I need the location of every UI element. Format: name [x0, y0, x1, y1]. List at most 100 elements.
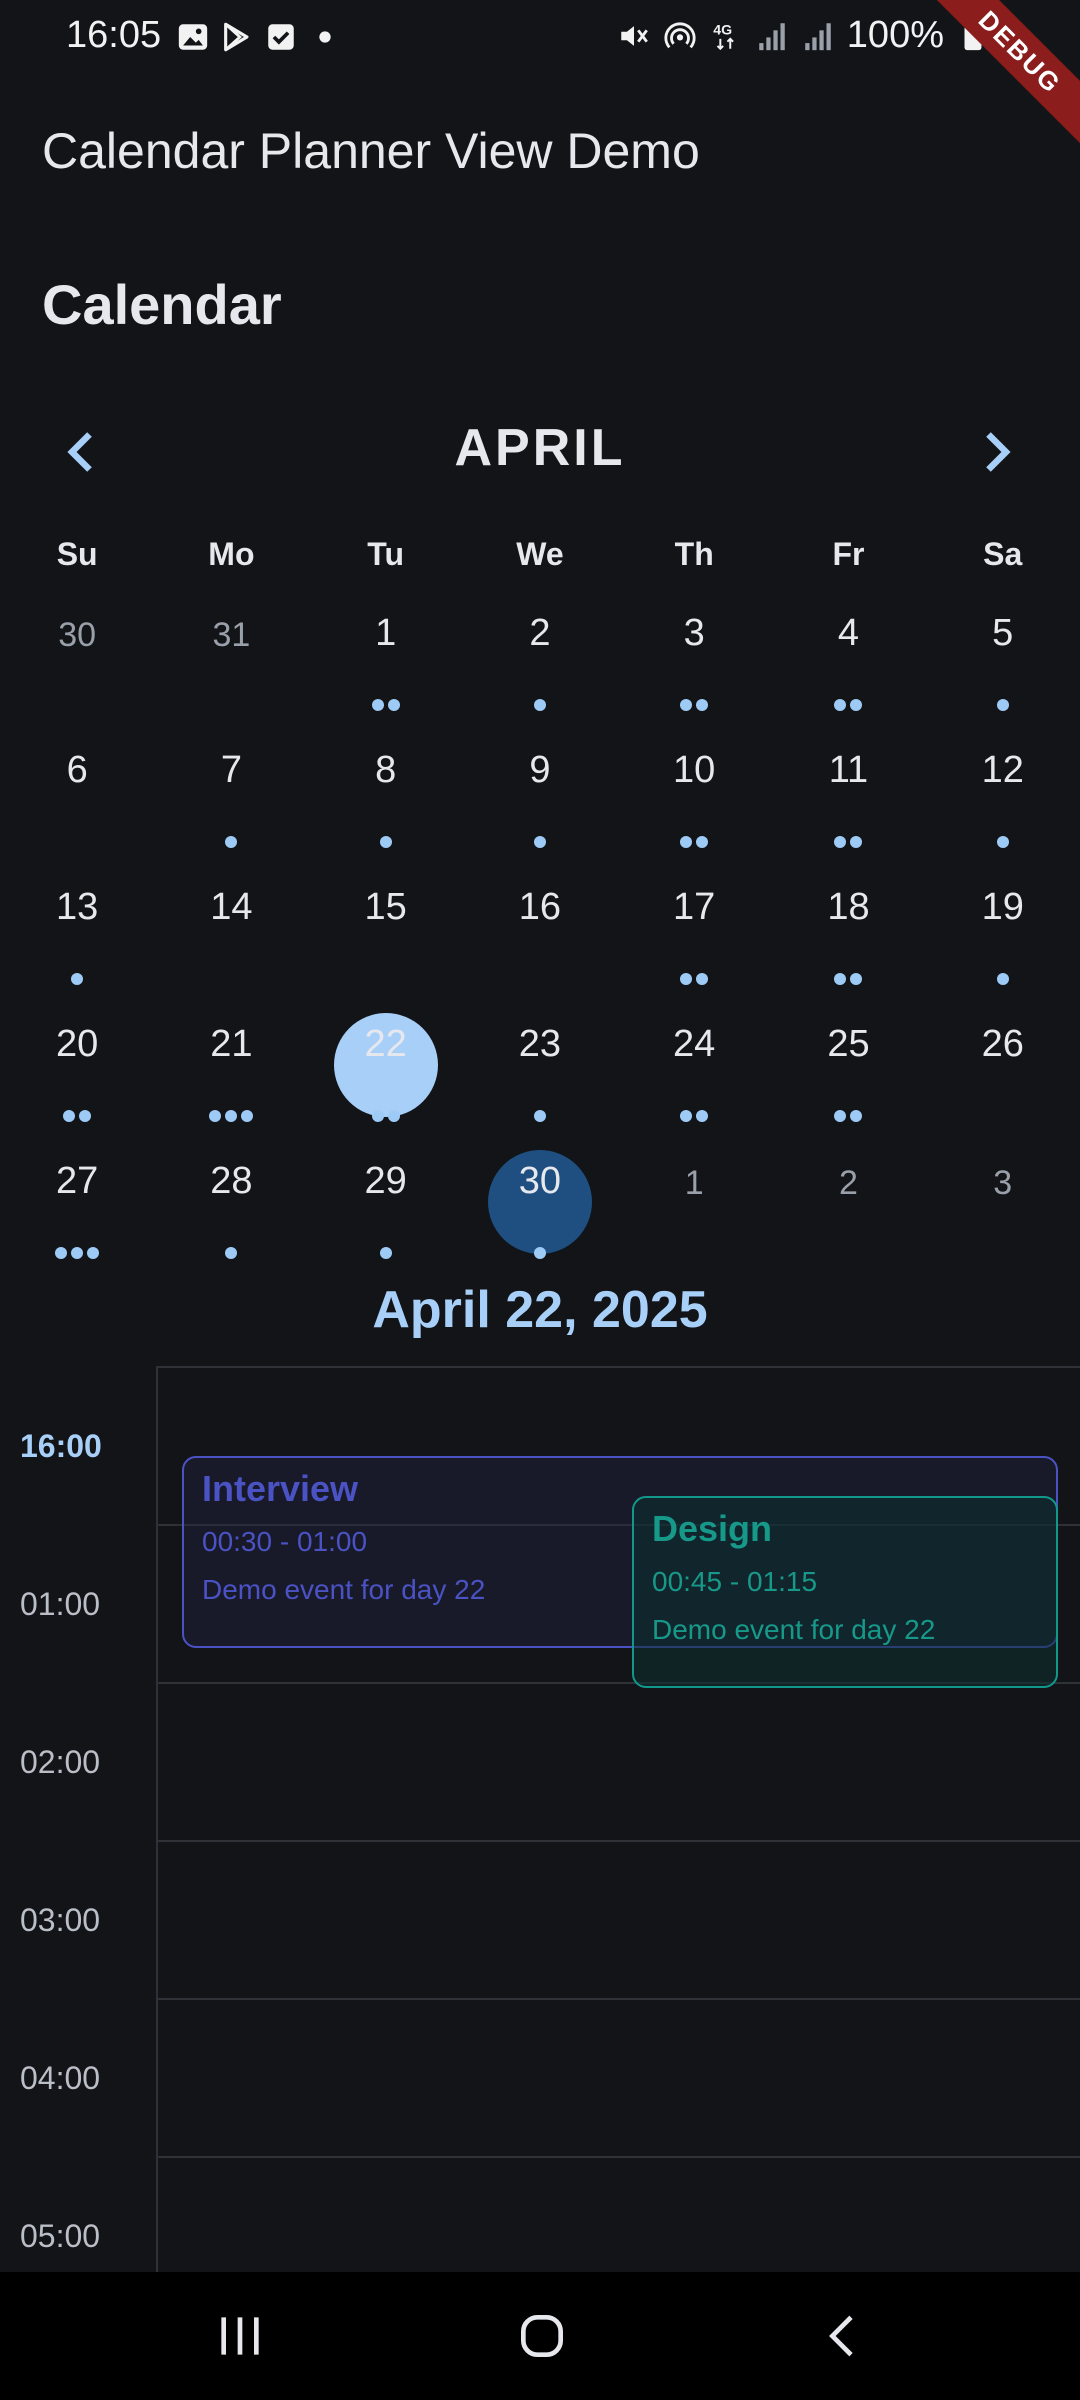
event-design[interactable]: Design 00:45 - 01:15 Demo event for day … — [632, 1496, 1058, 1688]
calendar-day[interactable]: 19 — [926, 864, 1080, 1001]
event-dot — [225, 1110, 238, 1122]
calendar-day[interactable]: 31 — [154, 590, 308, 727]
event-dot — [79, 1110, 92, 1122]
event-dot — [680, 836, 693, 848]
day-number: 24 — [673, 1023, 716, 1065]
calendar-day[interactable]: 28 — [154, 1138, 308, 1275]
day-number: 25 — [827, 1023, 870, 1065]
calendar-day-selected[interactable]: 22 — [309, 1001, 463, 1138]
day-number: 29 — [364, 1160, 407, 1202]
event-indicator-dots — [617, 972, 771, 990]
calendar-day[interactable]: 7 — [154, 727, 308, 864]
event-indicator-dots — [463, 835, 617, 853]
event-dot — [533, 836, 546, 848]
weekday-label: Mo — [208, 536, 255, 572]
event-dot — [371, 699, 384, 711]
calendar-day[interactable]: 2 — [463, 590, 617, 727]
day-number: 9 — [529, 749, 551, 791]
calendar-day[interactable]: 21 — [154, 1001, 308, 1138]
calendar-day[interactable]: 5 — [926, 590, 1080, 727]
day-number: 10 — [673, 749, 716, 791]
calendar-day[interactable]: 4 — [771, 590, 925, 727]
event-dot — [379, 836, 392, 848]
event-indicator-dots — [309, 698, 463, 716]
event-dot — [696, 973, 709, 985]
hour-gridline — [156, 1366, 1080, 1368]
dot-icon — [319, 31, 331, 43]
calendar-day[interactable]: 3 — [617, 590, 771, 727]
event-dot — [371, 1110, 384, 1122]
calendar-day[interactable]: 18 — [771, 864, 925, 1001]
calendar-day[interactable]: 17 — [617, 864, 771, 1001]
calendar-day[interactable]: 26 — [926, 1001, 1080, 1138]
day-number: 11 — [828, 749, 869, 791]
day-number: 21 — [210, 1023, 253, 1065]
event-indicator-dots — [617, 835, 771, 853]
calendar-day[interactable]: 9 — [463, 727, 617, 864]
chevron-right-icon[interactable] — [966, 422, 1026, 482]
calendar-day[interactable]: 8 — [309, 727, 463, 864]
calendar-day[interactable]: 20 — [0, 1001, 154, 1138]
day-number: 2 — [529, 612, 551, 654]
event-dot — [850, 699, 863, 711]
calendar-day[interactable]: 29 — [309, 1138, 463, 1275]
calendar-day[interactable]: 25 — [771, 1001, 925, 1138]
event-indicator-dots — [309, 1246, 463, 1264]
event-indicator-dots — [463, 698, 617, 716]
event-dot — [696, 1110, 709, 1122]
calendar-day[interactable]: 2 — [771, 1138, 925, 1275]
calendar-day[interactable]: 24 — [617, 1001, 771, 1138]
home-icon[interactable] — [512, 2308, 572, 2364]
month-label: APRIL — [454, 419, 626, 477]
calendar-day[interactable]: 13 — [0, 864, 154, 1001]
day-number: 28 — [210, 1160, 253, 1202]
calendar-day[interactable]: 3 — [926, 1138, 1080, 1275]
recent-apps-icon[interactable] — [210, 2308, 270, 2364]
event-dot — [379, 1247, 392, 1259]
calendar-day[interactable]: 14 — [154, 864, 308, 1001]
day-timeline[interactable]: 16:00 01:00 02:00 03:00 04:00 05:00 Inte… — [0, 1366, 1080, 2272]
day-number: 3 — [993, 1164, 1013, 1202]
day-number: 19 — [981, 886, 1024, 928]
back-icon[interactable] — [814, 2308, 874, 2364]
calendar-day[interactable]: 6 — [0, 727, 154, 864]
weekday-label: Su — [56, 536, 98, 572]
calendar-day[interactable]: 16 — [463, 864, 617, 1001]
month-navigation: APRIL — [0, 410, 1080, 490]
calendar-day[interactable]: 1 — [617, 1138, 771, 1275]
event-dot — [850, 836, 863, 848]
event-dot — [241, 1110, 254, 1122]
calendar-week-row: 27 28 29 30 1 2 3 — [0, 1138, 1080, 1275]
hour-label-current: 16:00 — [20, 1428, 102, 1464]
weekday-label: We — [516, 536, 564, 572]
calendar-day[interactable]: 11 — [771, 727, 925, 864]
calendar-week-row: 30 31 1 2 3 4 5 — [0, 590, 1080, 727]
event-dot — [533, 699, 546, 711]
timeline-divider — [156, 1366, 158, 2272]
calendar-day[interactable]: 10 — [617, 727, 771, 864]
calendar-day[interactable]: 15 — [309, 864, 463, 1001]
signal-icon — [759, 22, 785, 50]
calendar-day-today[interactable]: 30 — [463, 1138, 617, 1275]
day-number: 30 — [518, 1160, 562, 1202]
event-dot — [680, 973, 693, 985]
event-indicator-dots — [154, 1246, 308, 1264]
event-indicator-dots — [0, 1246, 154, 1264]
event-indicator-dots — [154, 1109, 308, 1127]
calendar-day[interactable]: 1 — [309, 590, 463, 727]
calendar-day[interactable]: 27 — [0, 1138, 154, 1275]
event-indicator-dots — [771, 835, 925, 853]
hour-label: 04:00 — [20, 2060, 101, 2096]
event-indicator-dots — [463, 1246, 617, 1264]
event-dot — [387, 1110, 400, 1122]
event-indicator-dots — [0, 972, 154, 990]
calendar-day[interactable]: 23 — [463, 1001, 617, 1138]
hour-gridline — [156, 2156, 1080, 2158]
gallery-icon — [178, 24, 208, 50]
day-number: 6 — [66, 749, 88, 791]
event-dot — [834, 973, 847, 985]
calendar-day[interactable]: 30 — [0, 590, 154, 727]
day-number: 15 — [364, 886, 407, 928]
calendar-day[interactable]: 12 — [926, 727, 1080, 864]
event-indicator-dots — [309, 1109, 463, 1127]
